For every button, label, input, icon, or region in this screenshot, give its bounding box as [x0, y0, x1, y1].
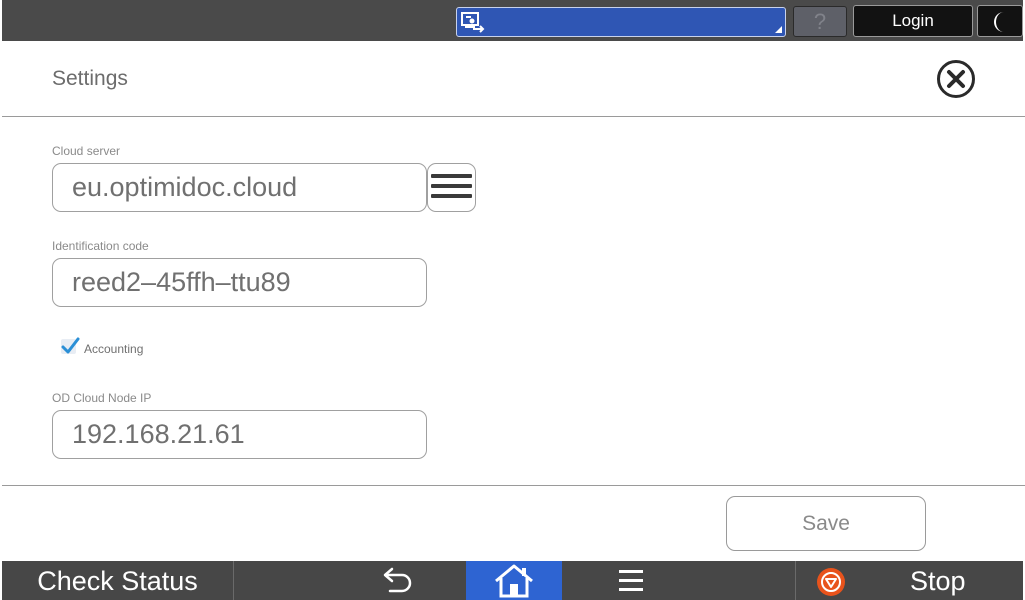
home-button[interactable]: [466, 561, 562, 600]
cloud-server-label: Cloud server: [52, 144, 121, 158]
close-circle-icon[interactable]: [936, 59, 976, 99]
login-button[interactable]: Login: [853, 5, 973, 37]
device-transfer-icon: [461, 12, 485, 33]
app-screen: ? Login Settings Cloud server eu.optimid…: [0, 0, 1025, 600]
cloud-server-input[interactable]: eu.optimidoc.cloud: [52, 163, 427, 212]
accounting-checkbox[interactable]: [60, 336, 80, 356]
cloud-server-list-button[interactable]: [427, 163, 476, 212]
moon-icon: [994, 12, 1004, 32]
job-selector[interactable]: [456, 7, 786, 37]
page-title: Settings: [52, 67, 128, 90]
system-top-bar: ? Login: [2, 0, 1023, 41]
node-ip-label: OD Cloud Node IP: [52, 391, 152, 405]
save-button[interactable]: Save: [726, 496, 926, 551]
system-bottom-bar: Check Status Stop: [2, 561, 1023, 600]
stop-icon: [817, 568, 845, 596]
footer-divider: [2, 485, 1025, 486]
header-divider: [2, 116, 1025, 117]
dropdown-corner-icon: [775, 26, 782, 33]
node-ip-input[interactable]: 192.168.21.61: [52, 410, 427, 459]
menu-icon[interactable]: [619, 570, 649, 594]
stop-label: Stop: [910, 566, 966, 596]
home-icon: [495, 564, 533, 598]
energy-saver-button[interactable]: [977, 5, 1023, 37]
check-status-button[interactable]: Check Status: [2, 561, 234, 600]
identification-code-label: Identification code: [52, 239, 149, 253]
stop-button[interactable]: Stop: [795, 561, 1023, 600]
back-arrow-icon[interactable]: [372, 565, 422, 597]
identification-code-input[interactable]: reed2–45ffh–ttu89: [52, 258, 427, 307]
accounting-label[interactable]: Accounting: [84, 342, 143, 356]
help-button[interactable]: ?: [793, 6, 847, 37]
